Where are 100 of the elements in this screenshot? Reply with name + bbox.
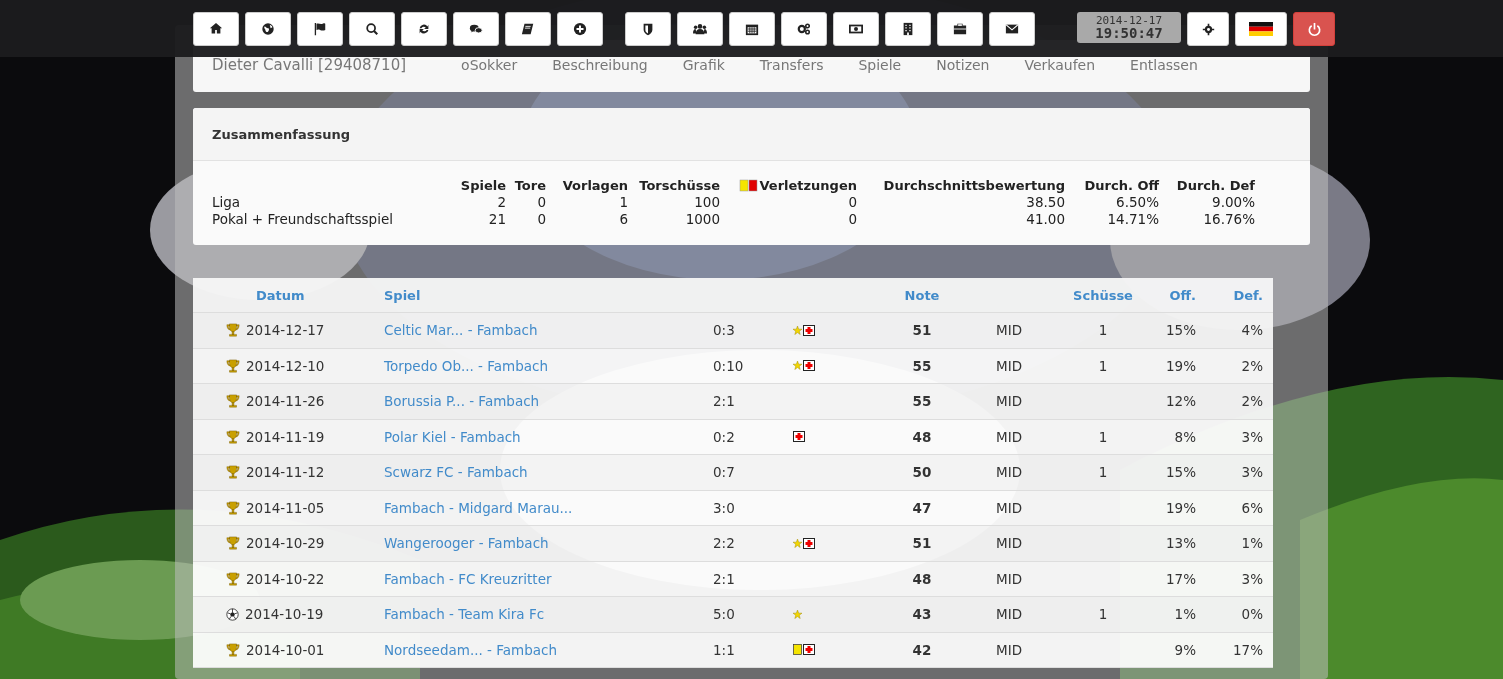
match-link[interactable]: Fambach - Midgard Marau... — [384, 499, 573, 516]
table-cell: 1000 — [685, 211, 720, 227]
profile-tab[interactable]: Beschreibung — [552, 57, 648, 73]
profile-tab[interactable]: Spiele — [858, 57, 902, 73]
toolbar-button[interactable] — [349, 12, 395, 46]
column-header: Torschüsse — [639, 178, 720, 193]
match-def: 0% — [1241, 606, 1263, 623]
match-link[interactable]: Celtic Mar... - Fambach — [384, 322, 538, 339]
column-header: Schüsse — [1073, 287, 1133, 303]
toolbar-button[interactable] — [989, 12, 1035, 46]
profile-tab[interactable]: Transfers — [759, 57, 824, 73]
match-def: 6% — [1241, 499, 1263, 516]
match-date: 2014-11-19 — [246, 428, 325, 445]
match-link[interactable]: Polar Kiel - Fambach — [384, 428, 521, 445]
booking-card-icon — [793, 644, 802, 656]
table-cell: 21 — [488, 211, 506, 227]
toolbar-button[interactable] — [401, 12, 447, 46]
match-link[interactable]: Fambach - Team Kira Fc — [384, 606, 545, 623]
match-def: 1% — [1241, 535, 1263, 552]
column-header: Durch. Def — [1176, 178, 1255, 193]
refresh-icon — [417, 22, 431, 36]
match-position: MID — [996, 357, 1023, 374]
language-button[interactable] — [1235, 12, 1287, 46]
settings-button[interactable] — [1187, 12, 1229, 46]
table-cell: 16.76% — [1203, 211, 1255, 227]
toolbar-button[interactable] — [833, 12, 879, 46]
profile-tab[interactable]: Verkaufen — [1024, 57, 1096, 73]
match-position: MID — [996, 499, 1023, 516]
match-score: 5:0 — [713, 606, 735, 623]
toolbar-button[interactable] — [453, 12, 499, 46]
profile-tab[interactable]: oSokker — [461, 57, 518, 73]
match-link[interactable]: Borussia P... - Fambach — [384, 393, 540, 410]
profile-tab[interactable]: Grafik — [682, 57, 725, 73]
column-header: Spiel — [384, 287, 421, 303]
star-icon — [793, 538, 802, 548]
logout-button[interactable] — [1293, 12, 1335, 46]
match-rating: 55 — [912, 393, 932, 410]
toolbar-button[interactable] — [193, 12, 239, 46]
profile-tab[interactable]: Notizen — [936, 57, 990, 73]
match-def: 2% — [1241, 393, 1263, 410]
match-link[interactable]: Nordseedam... - Fambach — [384, 641, 557, 658]
trophy-icon — [226, 465, 240, 480]
match-date: 2014-10-01 — [246, 641, 325, 658]
toolbar-button[interactable] — [729, 12, 775, 46]
match-off: 15% — [1166, 464, 1196, 481]
toolbar-button[interactable] — [557, 12, 603, 46]
match-def: 17% — [1233, 641, 1263, 658]
trophy-icon — [226, 642, 240, 657]
toolbar-button[interactable] — [677, 12, 723, 46]
match-date: 2014-11-05 — [246, 499, 325, 516]
row-label: Liga — [212, 194, 241, 210]
chat-icon — [469, 22, 483, 36]
match-score: 2:2 — [713, 535, 735, 552]
trophy-icon — [226, 394, 240, 409]
match-position: MID — [996, 322, 1023, 339]
match-link[interactable]: Torpedo Ob... - Fambach — [384, 357, 549, 374]
trophy-icon — [226, 571, 240, 586]
banknote-icon — [849, 22, 863, 36]
toolbar-button[interactable] — [625, 12, 671, 46]
column-header: Verletzungen — [759, 178, 857, 193]
match-date: 2014-10-29 — [246, 535, 325, 552]
toolbar-button[interactable] — [885, 12, 931, 46]
match-score: 2:1 — [713, 570, 735, 587]
toolbar-button[interactable] — [245, 12, 291, 46]
clock-date: 2014-12-17 — [1095, 15, 1163, 26]
match-link[interactable]: Wangerooger - Fambach — [384, 535, 549, 552]
match-shots: 1 — [1098, 322, 1108, 339]
match-off: 12% — [1166, 393, 1196, 410]
match-link[interactable]: Fambach - FC Kreuzritter — [384, 570, 552, 587]
table-cell: 14.71% — [1107, 211, 1159, 227]
match-off: 8% — [1174, 428, 1196, 445]
envelope-icon — [1005, 22, 1019, 36]
profile-tab[interactable]: Entlassen — [1130, 57, 1198, 73]
match-score: 2:1 — [713, 393, 735, 410]
toolbar-button[interactable] — [297, 12, 343, 46]
briefcase-icon — [953, 22, 967, 36]
table-cell: 41.00 — [1026, 211, 1065, 227]
table-cell: 0 — [848, 194, 857, 210]
table-cell: 6 — [619, 211, 628, 227]
match-rating: 51 — [912, 535, 932, 552]
match-date: 2014-10-22 — [246, 570, 325, 587]
toolbar-button[interactable] — [781, 12, 827, 46]
match-def: 3% — [1241, 464, 1263, 481]
trophy-icon — [226, 358, 240, 373]
toolbar-button[interactable] — [505, 12, 551, 46]
toolbar-button[interactable] — [937, 12, 983, 46]
match-date: 2014-12-10 — [246, 357, 325, 374]
column-header: Note — [904, 287, 940, 303]
table-cell: 6.50% — [1116, 194, 1159, 210]
match-rating: 51 — [912, 322, 932, 339]
column-header: Durch. Off — [1084, 178, 1159, 193]
match-position: MID — [996, 535, 1023, 552]
match-def: 4% — [1241, 322, 1263, 339]
injury-icon — [793, 431, 805, 443]
match-score: 0:10 — [713, 357, 744, 374]
match-shots: 1 — [1098, 428, 1108, 445]
player-name: Dieter Cavalli [29408710] — [212, 56, 407, 74]
match-link[interactable]: Scwarz FC - Fambach — [384, 464, 528, 481]
match-position: MID — [996, 641, 1023, 658]
clock-time: 19:50:47 — [1095, 26, 1163, 40]
